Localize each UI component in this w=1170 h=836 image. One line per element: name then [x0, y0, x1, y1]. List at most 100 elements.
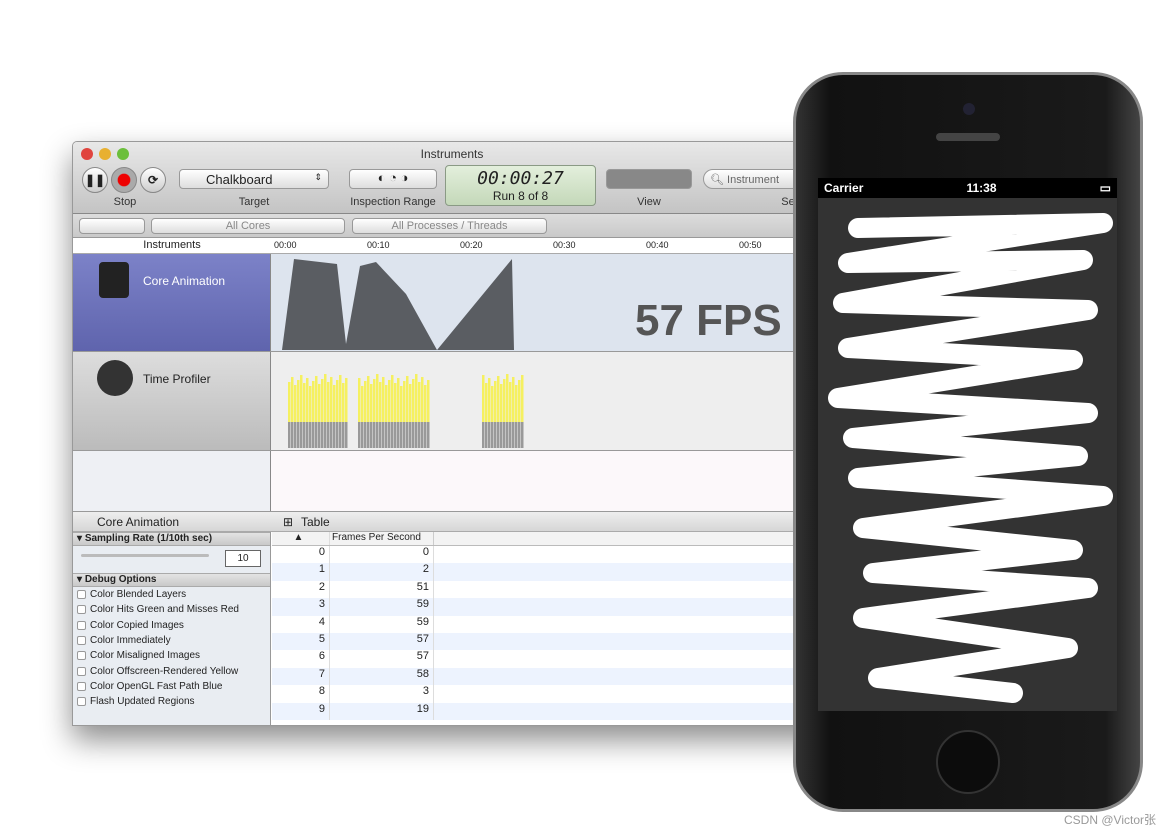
target-popup[interactable]: Chalkboard ⇕	[179, 169, 329, 189]
track-core-animation[interactable]: Core Animation 57 FPS i	[73, 254, 831, 352]
toolbar: Instruments ❚❚ ⟳ Stop Chalkboard ⇕ Target…	[73, 142, 831, 214]
view-buttons[interactable]	[606, 169, 692, 189]
checkbox[interactable]	[77, 666, 86, 676]
cpu-bar	[385, 385, 388, 422]
sampling-slider[interactable]	[81, 554, 209, 557]
search-input[interactable]: 🔍︎ Instrument	[703, 169, 803, 189]
fps-value: 51	[330, 580, 434, 599]
table-row[interactable]: 9 19	[272, 702, 831, 720]
debug-header[interactable]: ▾ Debug Options	[73, 573, 270, 587]
cpu-bar-base	[315, 422, 318, 448]
sample-index: 2	[272, 580, 330, 599]
option-label: Color Copied Images	[90, 619, 184, 631]
cpu-bar	[373, 379, 376, 422]
table-row[interactable]: 4 59	[272, 615, 831, 633]
cpu-bar-base	[312, 422, 315, 448]
debug-option[interactable]: Color Blended Layers	[73, 587, 270, 602]
cpu-bar-base	[512, 422, 515, 448]
debug-option[interactable]: Color Misaligned Images	[73, 648, 270, 663]
cpu-bar	[424, 385, 427, 422]
view-label: View	[637, 196, 661, 208]
cpu-bar	[388, 380, 391, 422]
cpu-bar-base	[385, 422, 388, 448]
cpu-bar-base	[427, 422, 430, 448]
cpu-bar	[297, 380, 300, 422]
table-row[interactable]: 00	[272, 546, 831, 564]
debug-option[interactable]: Color OpenGL Fast Path Blue	[73, 679, 270, 694]
cpu-bar-base	[294, 422, 297, 448]
track-time-profiler[interactable]: Time Profiler	[73, 352, 831, 451]
checkbox[interactable]	[77, 681, 86, 691]
cpu-bar-base	[367, 422, 370, 448]
view-crumb[interactable]: Table	[301, 512, 330, 532]
checkbox[interactable]	[77, 590, 86, 600]
sort-column[interactable]: ▲	[272, 532, 330, 545]
cores-popup[interactable]: All Cores	[151, 218, 345, 234]
table-row[interactable]: 5 57	[272, 632, 831, 651]
close-button[interactable]	[81, 148, 93, 160]
table-row[interactable]: 12	[272, 563, 831, 581]
cpu-bar	[379, 382, 382, 422]
table-row[interactable]: 7 58	[272, 667, 831, 686]
debug-option[interactable]: Color Offscreen-Rendered Yellow	[73, 663, 270, 678]
table-row[interactable]: 3 59	[272, 598, 831, 616]
option-label: Color Misaligned Images	[90, 650, 201, 662]
cpu-bar-base	[300, 422, 303, 448]
sample-index: 0	[272, 546, 330, 564]
cpu-bar	[488, 378, 491, 422]
debug-option[interactable]: Color Copied Images	[73, 618, 270, 633]
cpu-bar-base	[388, 422, 391, 448]
cpu-bar	[427, 380, 430, 422]
checkbox[interactable]	[77, 697, 86, 707]
instruments-header: Instruments	[143, 239, 201, 251]
cpu-bar	[288, 382, 291, 422]
option-label: Color Hits Green and Misses Red	[90, 604, 239, 616]
cpu-bar	[406, 376, 409, 422]
sampling-field[interactable]: 10	[225, 550, 261, 567]
fps-value: 3	[330, 685, 434, 703]
fps-value: 59	[330, 615, 434, 633]
cpu-bar-base	[324, 422, 327, 448]
option-label: Color Offscreen-Rendered Yellow	[90, 665, 239, 677]
zoom-button[interactable]	[117, 148, 129, 160]
sample-index: 1	[272, 563, 330, 581]
minimize-button[interactable]	[99, 148, 111, 160]
option-label: Color Blended Layers	[90, 589, 187, 601]
cpu-bar-base	[485, 422, 488, 448]
run-indicator[interactable]: Run 8 of 8	[446, 189, 595, 203]
cpu-bar	[485, 383, 488, 422]
cpu-bar-base	[330, 422, 333, 448]
cpu-bar	[518, 380, 521, 422]
phone-screen[interactable]: Carrier 11:38 ▭	[818, 178, 1117, 711]
loop-button[interactable]: ⟳	[140, 167, 166, 193]
pause-button[interactable]: ❚❚	[82, 167, 108, 193]
cpu-bar-base	[318, 422, 321, 448]
sampling-header[interactable]: ▾ Sampling Rate (1/10th sec)	[73, 532, 270, 546]
cpu-bar	[400, 386, 403, 422]
cpu-bar-base	[491, 422, 494, 448]
home-button[interactable]	[936, 730, 1000, 794]
debug-option[interactable]: Color Immediately	[73, 633, 270, 648]
table-row[interactable]: 83	[272, 685, 831, 703]
checkbox[interactable]	[77, 636, 86, 646]
record-stop-button[interactable]	[111, 167, 137, 193]
debug-option[interactable]: Color Hits Green and Misses Red	[73, 602, 270, 617]
cpu-bar	[418, 382, 421, 422]
inspection-range-buttons[interactable]: ◐ ◔ ◑	[349, 169, 437, 189]
cpu-bar-base	[339, 422, 342, 448]
table-row[interactable]: 6 57	[272, 650, 831, 668]
ruler-tick: 00:50	[739, 240, 762, 250]
checkbox[interactable]	[77, 651, 86, 661]
checkbox[interactable]	[77, 605, 86, 615]
debug-option[interactable]: Flash Updated Regions	[73, 694, 270, 709]
timeline-ruler[interactable]: Instruments 00:00 00:10 00:20 00:30 00:40 00:…	[73, 238, 831, 254]
instrument-crumb[interactable]: Core Animation	[97, 512, 179, 532]
cpu-bar	[306, 378, 309, 422]
table-row[interactable]: 2 51	[272, 580, 831, 599]
process-popup[interactable]: All Processes / Threads	[352, 218, 547, 234]
search-placeholder: Instrument	[727, 174, 779, 186]
checkbox[interactable]	[77, 620, 86, 630]
fps-column-header[interactable]: Frames Per Second	[330, 532, 434, 545]
sample-index: 5	[272, 632, 330, 651]
layout-segmented[interactable]	[79, 218, 145, 234]
